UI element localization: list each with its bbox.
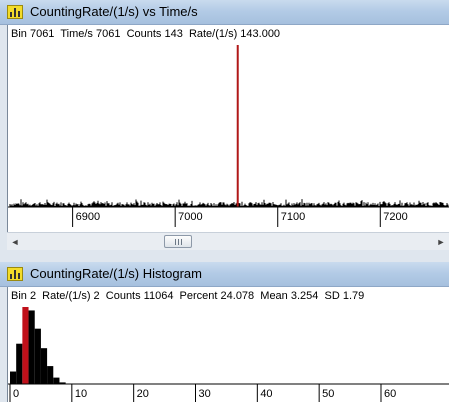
bar-chart-icon (7, 5, 23, 19)
x-tick-label: 7100 (281, 211, 305, 223)
histogram-title: CountingRate/(1/s) Histogram (30, 266, 202, 281)
scroll-right-arrow[interactable]: ► (435, 236, 447, 248)
histogram-bar (16, 343, 23, 384)
x-tick-label: 7200 (383, 211, 407, 223)
x-tick-label: 7000 (178, 211, 202, 223)
x-tick-label: 10 (75, 388, 87, 400)
thumb-grip (175, 239, 176, 245)
thumb-grip (181, 239, 182, 245)
histogram-titlebar[interactable]: CountingRate/(1/s) Histogram (0, 262, 449, 287)
histogram-bar (10, 371, 17, 384)
thumb-grip (178, 239, 179, 245)
bar-chart-icon (7, 267, 23, 281)
histogram-bar (34, 328, 41, 384)
rate-vs-time-chart[interactable]: 6900 7000 7100 7200 (8, 25, 449, 232)
x-tick-label: 30 (198, 388, 210, 400)
time-scrollbar[interactable]: ◄ ► (7, 232, 449, 250)
rate-vs-time-plot[interactable]: Bin 7061 Time/s 7061 Counts 143 Rate/(1/… (7, 25, 449, 232)
rate-vs-time-window: CountingRate/(1/s) vs Time/s Bin 7061 Ti… (0, 0, 449, 256)
histogram-bar (40, 348, 48, 384)
x-tick-label: 20 (137, 388, 149, 400)
x-tick-label: 0 (13, 388, 19, 400)
rate-vs-time-titlebar[interactable]: CountingRate/(1/s) vs Time/s (0, 0, 449, 25)
histogram-bar (47, 366, 54, 384)
histogram-plot[interactable]: Bin 2 Rate/(1/s) 2 Counts 11064 Percent … (7, 287, 449, 402)
x-tick-label: 60 (384, 388, 396, 400)
histogram-window: CountingRate/(1/s) Histogram Bin 2 Rate/… (0, 262, 449, 402)
histogram-chart[interactable]: 0 10 20 30 40 50 60 (8, 287, 449, 402)
x-tick-label: 6900 (76, 211, 100, 223)
selected-histogram-bar (22, 307, 29, 384)
scroll-thumb[interactable] (164, 235, 192, 248)
x-tick-label: 40 (260, 388, 272, 400)
histogram-bar (28, 310, 35, 384)
scroll-left-arrow[interactable]: ◄ (9, 236, 21, 248)
x-tick-label: 50 (322, 388, 334, 400)
histogram-bar (53, 377, 60, 384)
background-counts (9, 199, 449, 207)
rate-vs-time-title: CountingRate/(1/s) vs Time/s (30, 4, 198, 19)
